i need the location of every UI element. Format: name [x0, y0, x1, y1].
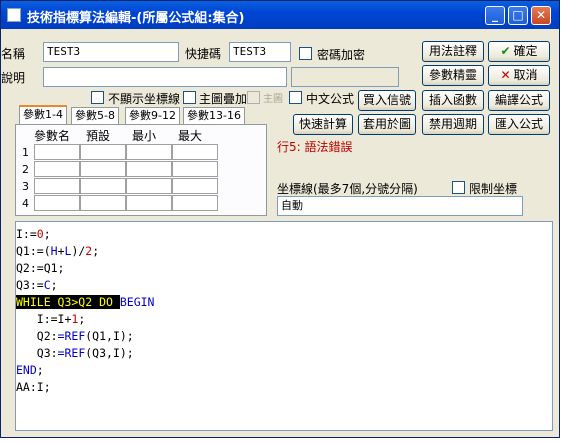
tab-params-9-12[interactable]: 參數9-12 [125, 107, 180, 124]
usage-notes-button[interactable]: 用法註釋 [422, 41, 484, 62]
code-line: Q2:=REF(Q1,I); [16, 329, 134, 343]
ok-button[interactable]: ✔ 確定 [488, 41, 550, 62]
apply-chart-button[interactable]: 套用於圖 [358, 114, 416, 135]
row-number: 4 [22, 197, 29, 210]
code-line-error: WHILE Q3>Q2 DO BEGIN [16, 295, 155, 309]
overlay-label: 主圖疊加 [199, 92, 248, 106]
shortcut-field[interactable]: TEST3 [229, 42, 291, 62]
param-default-cell[interactable] [80, 144, 126, 160]
ok-label: 確定 [513, 44, 538, 58]
name-field[interactable]: TEST3 [43, 42, 179, 62]
app-icon [7, 8, 21, 22]
name-label: 名稱 [1, 47, 26, 61]
description-label: 說明 [1, 71, 26, 85]
param-max-cell[interactable] [172, 178, 218, 194]
param-name-cell[interactable] [34, 178, 80, 194]
param-name-cell[interactable] [34, 161, 80, 177]
formula-code-editor[interactable]: I:=0; Q1:=(H+L)/2; Q2:=Q1; Q3:=C; WHILE … [15, 221, 553, 431]
cancel-button[interactable]: ✕ 取消 [488, 65, 550, 86]
quick-calc-button[interactable]: 快速計算 [293, 114, 353, 135]
description-extra-field [291, 67, 399, 87]
description-field[interactable] [43, 67, 287, 87]
formula-editor-window: 技術指標算法編輯-(所屬公式組:集合) _ □ ✕ 名稱 TEST3 快捷碼 T… [0, 0, 560, 438]
main-chart-label: 主圖 [263, 94, 283, 105]
main-chart-checkbox [247, 91, 260, 104]
col-default: 預設 [86, 129, 111, 143]
code-line: Q3:=C; [16, 278, 58, 292]
param-default-cell[interactable] [80, 195, 126, 211]
param-min-cell[interactable] [126, 195, 172, 211]
window-title: 技術指標算法編輯-(所屬公式組:集合) [27, 11, 245, 26]
import-formula-button[interactable]: 匯入公式 [488, 114, 550, 135]
limit-axis-label: 限制坐標 [469, 182, 518, 196]
col-min: 最小 [132, 129, 157, 143]
password-label: 密碼加密 [317, 48, 366, 62]
syntax-error-status: 行5: 語法錯誤 [277, 140, 353, 154]
disable-period-button[interactable]: 禁用週期 [422, 114, 484, 135]
code-line: Q2:=Q1; [16, 261, 65, 275]
code-line: END; [16, 363, 44, 377]
title-bar: 技術指標算法編輯-(所屬公式組:集合) _ □ ✕ [1, 1, 559, 29]
axis-lines-label: 坐標線(最多7個,分號分隔) [277, 182, 418, 196]
col-param-name: 參數名 [34, 129, 71, 143]
code-line: I:=I+1; [16, 312, 86, 326]
col-max: 最大 [178, 129, 203, 143]
maximize-button[interactable]: □ [508, 6, 528, 25]
minimize-button[interactable]: _ [485, 6, 505, 25]
hide-axis-checkbox[interactable] [91, 91, 104, 104]
tab-params-5-8[interactable]: 參數5-8 [71, 107, 119, 124]
compile-formula-button[interactable]: 編譯公式 [488, 90, 550, 111]
tab-params-13-16[interactable]: 參數13-16 [183, 107, 245, 124]
close-button[interactable]: ✕ [531, 6, 551, 25]
param-default-cell[interactable] [80, 161, 126, 177]
limit-axis-checkbox[interactable] [452, 181, 465, 194]
param-min-cell[interactable] [126, 178, 172, 194]
param-max-cell[interactable] [172, 161, 218, 177]
param-wizard-button[interactable]: 參數精靈 [422, 65, 484, 86]
code-line: AA:I; [16, 380, 51, 394]
overlay-checkbox[interactable] [183, 91, 196, 104]
x-icon: ✕ [500, 68, 511, 82]
buy-signal-button[interactable]: 買入信號 [358, 90, 416, 111]
code-line: Q1:=(H+L)/2; [16, 244, 100, 258]
insert-function-button[interactable]: 插入函數 [422, 90, 484, 111]
cancel-label: 取消 [513, 68, 538, 82]
param-min-cell[interactable] [126, 144, 172, 160]
chinese-formula-checkbox[interactable] [289, 91, 302, 104]
row-number: 1 [22, 146, 29, 159]
param-default-cell[interactable] [80, 178, 126, 194]
param-name-cell[interactable] [34, 144, 80, 160]
param-min-cell[interactable] [126, 161, 172, 177]
shortcut-label: 快捷碼 [185, 47, 222, 61]
chinese-formula-label: 中文公式 [306, 92, 355, 106]
code-line: I:=0; [16, 227, 51, 241]
tab-params-1-4[interactable]: 參數1-4 [19, 105, 67, 124]
param-max-cell[interactable] [172, 195, 218, 211]
params-panel: 參數名 預設 最小 最大 1 2 3 4 [15, 124, 267, 216]
code-line: Q3:=REF(Q3,I); [16, 346, 134, 360]
param-name-cell[interactable] [34, 195, 80, 211]
password-checkbox[interactable] [299, 47, 312, 60]
hide-axis-label: 不顯示坐標線 [108, 92, 181, 106]
param-max-cell[interactable] [172, 144, 218, 160]
row-number: 2 [22, 163, 29, 176]
check-icon: ✔ [500, 44, 511, 58]
row-number: 3 [22, 180, 29, 193]
axis-lines-field[interactable]: 自動 [277, 196, 523, 216]
